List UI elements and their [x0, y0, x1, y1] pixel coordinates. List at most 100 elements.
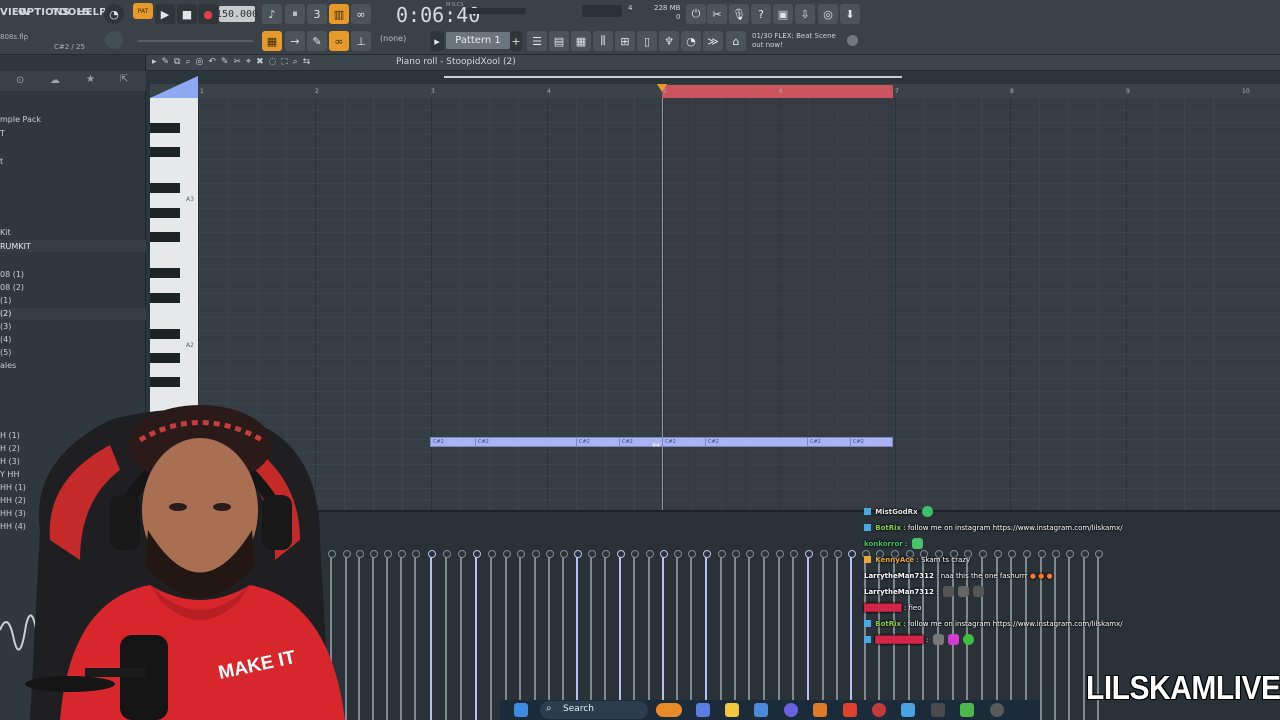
velocity-stem[interactable]: [412, 550, 420, 720]
black-key[interactable]: [150, 183, 180, 193]
velocity-stem[interactable]: [688, 550, 696, 720]
velocity-stem[interactable]: [458, 550, 466, 720]
playlist-icon[interactable]: ☰: [527, 31, 547, 51]
obs-icon[interactable]: [872, 703, 886, 717]
browser-item[interactable]: 08 (2): [0, 283, 24, 292]
browser-item[interactable]: (4): [0, 335, 11, 344]
velocity-stem[interactable]: [834, 550, 842, 720]
note[interactable]: C#2: [850, 437, 893, 447]
browser-item[interactable]: (1): [0, 296, 11, 305]
browser-view-icon[interactable]: ⊙: [16, 75, 24, 86]
velocity-stem[interactable]: [546, 550, 554, 720]
velocity-stem[interactable]: [674, 550, 682, 720]
velocity-stem[interactable]: [574, 550, 582, 720]
pencil-icon[interactable]: ✎: [307, 31, 327, 51]
browser-icon[interactable]: ⊞: [615, 31, 635, 51]
pattern-add-icon[interactable]: +: [510, 31, 522, 51]
velocity-stem[interactable]: [848, 550, 856, 720]
chat-icon[interactable]: ◎: [818, 4, 838, 24]
cloud-icon[interactable]: ☁: [50, 75, 60, 86]
black-key[interactable]: [150, 232, 180, 242]
piano-roll-tools[interactable]: ▸✎⧉⌕◎↶✎✂⌖✖◌⛶⌕⇆: [152, 57, 384, 69]
browser-item[interactable]: (2): [0, 309, 11, 318]
news-settings-icon[interactable]: [847, 35, 858, 46]
velocity-stem[interactable]: [718, 550, 726, 720]
horizontal-scrollbar[interactable]: [444, 76, 902, 78]
store-icon[interactable]: [754, 703, 768, 717]
tuner-icon[interactable]: ◔: [681, 31, 701, 51]
star-icon[interactable]: ★: [86, 74, 95, 85]
note[interactable]: C#2: [662, 437, 706, 447]
browser-item[interactable]: 08 (1): [0, 270, 24, 279]
help-icon[interactable]: ?: [751, 4, 771, 24]
pattern-song-toggle[interactable]: PAT: [133, 3, 153, 19]
news-icon[interactable]: ⌂: [726, 31, 746, 51]
black-key[interactable]: [150, 123, 180, 133]
loop-record-icon[interactable]: ∞: [351, 4, 371, 24]
download-icon[interactable]: ⬇: [840, 4, 860, 24]
file-icon[interactable]: ▯: [637, 31, 657, 51]
velocity-stem[interactable]: [805, 550, 813, 720]
browser-item[interactable]: mple Pack: [0, 115, 41, 124]
velocity-stem[interactable]: [732, 550, 740, 720]
wait-record-icon[interactable]: ⏸: [285, 4, 305, 24]
windows-start-icon[interactable]: [514, 703, 528, 717]
velocity-stem[interactable]: [602, 550, 610, 720]
velocity-stem[interactable]: [443, 550, 451, 720]
velocity-stem[interactable]: [428, 550, 436, 720]
song-time-display[interactable]: 0:06:40: [396, 3, 480, 27]
velocity-stem[interactable]: [761, 550, 769, 720]
save-icon[interactable]: ▣: [773, 4, 793, 24]
record-mode-icon[interactable]: ≫: [703, 31, 723, 51]
terminal-icon[interactable]: [931, 703, 945, 717]
velocity-stem[interactable]: [532, 550, 540, 720]
velocity-stem[interactable]: [820, 550, 828, 720]
taskbar-search[interactable]: [540, 701, 648, 719]
arrow-icon[interactable]: →: [285, 31, 305, 51]
weather-widget-icon[interactable]: [656, 703, 682, 717]
pitch-slider[interactable]: [466, 8, 526, 14]
app-4k-icon[interactable]: [990, 703, 1004, 717]
copilot-icon[interactable]: [696, 703, 710, 717]
browser-item[interactable]: RUMKIT: [0, 242, 31, 251]
mic-icon[interactable]: 🎙: [729, 4, 749, 24]
velocity-stem[interactable]: [560, 550, 568, 720]
velocity-stem[interactable]: [631, 550, 639, 720]
browser-item[interactable]: ales: [0, 361, 16, 370]
browser-arrow-icon[interactable]: ⇱: [120, 74, 128, 85]
velocity-stem[interactable]: [588, 550, 596, 720]
browser-item[interactable]: t: [0, 157, 3, 166]
channel-rack-icon[interactable]: ▦: [571, 31, 591, 51]
velocity-stem[interactable]: [703, 550, 711, 720]
velocity-stem[interactable]: [473, 550, 481, 720]
swing-knob[interactable]: [105, 31, 123, 49]
velocity-stem[interactable]: [776, 550, 784, 720]
cut-icon[interactable]: ✂: [707, 4, 727, 24]
note[interactable]: C#2: [705, 437, 808, 447]
master-pitch-slider[interactable]: [138, 40, 253, 42]
pattern-select[interactable]: (none): [380, 34, 406, 43]
metronome-icon[interactable]: ♪: [262, 4, 282, 24]
velocity-stem[interactable]: [660, 550, 668, 720]
chrome-icon[interactable]: [960, 703, 974, 717]
note[interactable]: C#2: [475, 437, 577, 447]
black-key[interactable]: [150, 377, 180, 387]
discord-icon[interactable]: [784, 703, 798, 717]
plugin-icon[interactable]: ♆: [659, 31, 679, 51]
snap-icon[interactable]: ▦: [262, 31, 282, 51]
master-volume-knob[interactable]: ◔: [104, 4, 124, 24]
browser-item[interactable]: (3): [0, 322, 11, 331]
note[interactable]: C#2: [807, 437, 851, 447]
loop-region[interactable]: [662, 85, 893, 98]
steam-icon[interactable]: [901, 703, 915, 717]
velocity-stem[interactable]: [646, 550, 654, 720]
velocity-stem[interactable]: [746, 550, 754, 720]
piano-roll-icon[interactable]: ▤: [549, 31, 569, 51]
pattern-selector[interactable]: Pattern 1: [446, 32, 510, 49]
stop-button[interactable]: ■: [177, 4, 197, 24]
velocity-stem[interactable]: [517, 550, 525, 720]
file-explorer-icon[interactable]: [725, 703, 739, 717]
brave-icon[interactable]: [843, 703, 857, 717]
velocity-stem[interactable]: [617, 550, 625, 720]
black-key[interactable]: [150, 208, 180, 218]
